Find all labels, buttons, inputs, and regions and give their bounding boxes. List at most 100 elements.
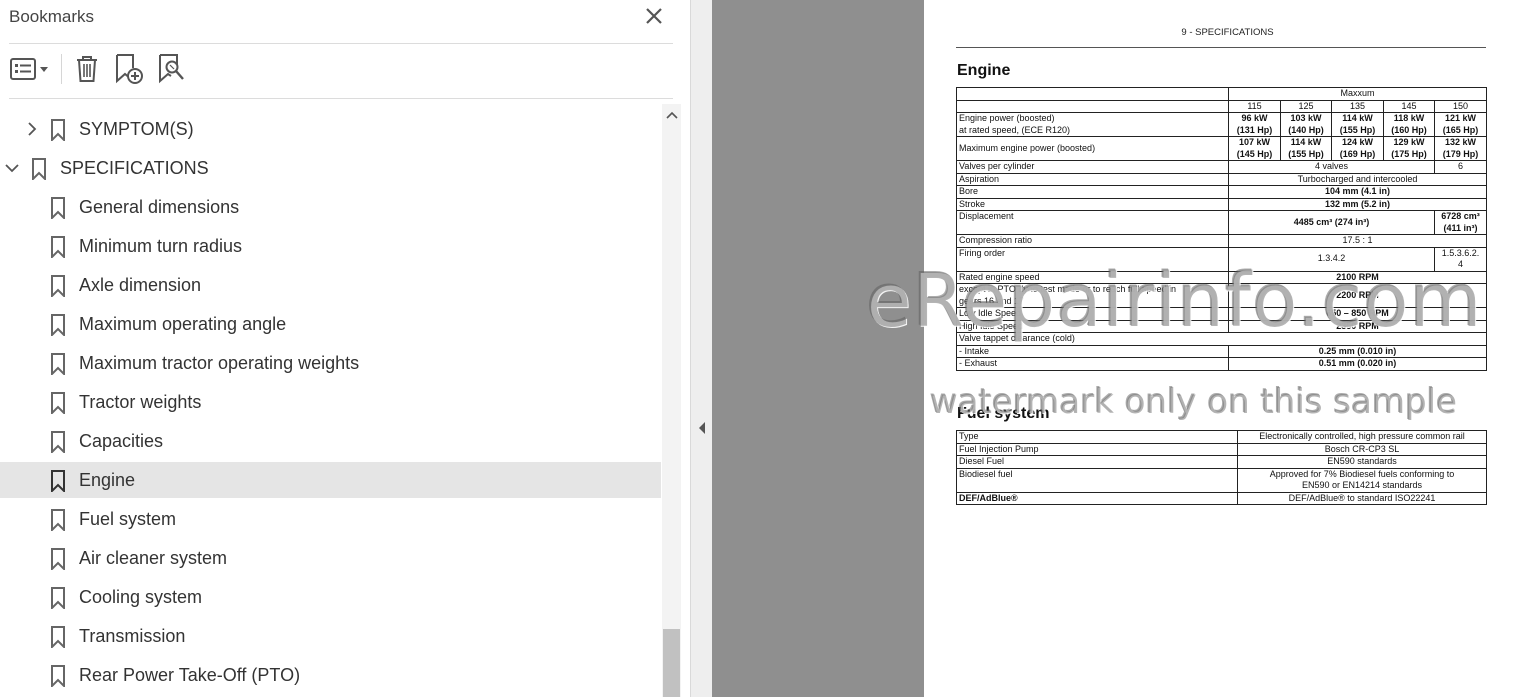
table-row: Valves per cylinder 4 valves 6 xyxy=(956,160,1488,174)
bookmark-label: Fuel system xyxy=(79,509,177,529)
kw-value: 118 kW xyxy=(1393,113,1425,124)
model-cell: 145 xyxy=(1383,99,1435,113)
bookmark-item[interactable]: Minimum turn radius xyxy=(0,228,661,264)
table-row: Firing order 1.3.4.2 1.5.3.6.2. 4 xyxy=(956,246,1488,272)
bookmark-item[interactable]: Engine xyxy=(0,462,661,498)
power-cell: 114 kW (155 Hp) xyxy=(1280,136,1332,161)
chevron-down-icon[interactable] xyxy=(4,160,20,176)
chevron-up-icon xyxy=(665,111,678,119)
bookmark-item[interactable]: General dimensions xyxy=(0,189,661,225)
bookmark-icon xyxy=(51,431,65,453)
bookmark-item[interactable]: SPECIFICATIONS xyxy=(0,150,661,186)
bookmark-item[interactable]: Fuel system xyxy=(0,501,661,537)
bookmark-item[interactable]: Capacities xyxy=(0,423,661,459)
table-row: - Intake 0.25 mm (0.010 in) xyxy=(956,344,1488,358)
fuel-spec-table: Type Electronically controlled, high pre… xyxy=(956,430,1487,505)
options-menu-button[interactable] xyxy=(8,52,52,86)
bookmark-item[interactable]: Tractor weights xyxy=(0,384,661,420)
scrollbar-thumb[interactable] xyxy=(663,629,680,697)
trash-icon xyxy=(77,56,97,82)
spec-value: Turbocharged and intercooled xyxy=(1227,172,1488,186)
bookmark-icon xyxy=(51,509,65,531)
spec-label: Bore xyxy=(956,185,1229,199)
close-panel-button[interactable] xyxy=(641,5,667,29)
hp-value: (179 Hp) xyxy=(1442,148,1479,159)
kw-value: 121 kW xyxy=(1445,113,1477,124)
hp-value: (145 Hp) xyxy=(1236,148,1273,159)
table-row: High Idle Speed 2350 RPM xyxy=(956,319,1488,333)
bookmark-item[interactable]: Transmission xyxy=(0,618,661,654)
spec-value: Bosch CR-CP3 SL xyxy=(1237,442,1487,456)
kw-value: 114 kW xyxy=(1342,113,1373,124)
table-row: except in PTO dyno test mode or to reach… xyxy=(956,283,1488,308)
bookmark-item[interactable]: Maximum operating angle xyxy=(0,306,661,342)
spec-label: Maximum engine power (boosted) xyxy=(956,136,1229,161)
spec-label: DEF/AdBlue® xyxy=(956,491,1238,505)
power-cell: 107 kW (145 Hp) xyxy=(1228,136,1281,161)
bookmark-item[interactable]: Cooling system xyxy=(0,579,661,615)
value-line: 1.5.3.6.2. xyxy=(1441,247,1480,258)
bookmark-list: SYMPTOM(S) SPECIFICATIONS General dimensio… xyxy=(0,110,661,697)
power-cell: 124 kW (169 Hp) xyxy=(1331,136,1384,161)
spec-value: 4 valves xyxy=(1228,160,1435,174)
panel-splitter[interactable] xyxy=(690,0,713,697)
spec-label: Low Idle Speed xyxy=(956,307,1229,321)
scrollbar-track[interactable] xyxy=(662,104,681,697)
kw-value: 124 kW xyxy=(1341,137,1374,148)
table-row: Compression ratio 17.5 : 1 xyxy=(956,234,1488,248)
chevron-right-icon[interactable] xyxy=(24,121,40,137)
bookmark-label: Minimum turn radius xyxy=(79,236,243,256)
power-cell: 118 kW (160 Hp) xyxy=(1383,112,1435,137)
power-cell: 114 kW (155 Hp) xyxy=(1331,112,1384,137)
value-line: 4 xyxy=(1458,259,1464,269)
add-bookmark-button[interactable] xyxy=(111,52,147,86)
list-options-icon xyxy=(10,58,48,80)
spec-value: 1.5.3.6.2. 4 xyxy=(1433,246,1488,272)
spec-label: Valve tappet clearance (cold) xyxy=(955,332,1488,346)
bookmark-label: Transmission xyxy=(79,626,186,646)
scroll-up-button[interactable] xyxy=(662,104,681,126)
table-cell xyxy=(956,87,1229,101)
bookmark-label: Engine xyxy=(79,470,136,490)
spec-value: 104 mm (4.1 in) xyxy=(1227,185,1488,199)
table-row: Aspiration Turbocharged and intercooled xyxy=(956,172,1488,186)
bookmark-icon xyxy=(51,197,65,219)
bookmark-icon xyxy=(51,392,65,414)
spec-label: Stroke xyxy=(956,197,1229,211)
document-background xyxy=(712,0,924,697)
hp-value: (165 Hp) xyxy=(1442,124,1479,135)
label-line: gears 16 and 17 xyxy=(959,295,1025,306)
find-bookmark-icon xyxy=(159,54,184,84)
bookmark-item[interactable]: Rear Power Take-Off (PTO) xyxy=(0,657,661,693)
bookmark-item[interactable]: Axle dimension xyxy=(0,267,661,303)
panel-title: Bookmarks xyxy=(9,7,95,26)
kw-value: 114 kW xyxy=(1290,137,1322,148)
engine-spec-table: Maxxum 115 125 135 145 150 Engine power … xyxy=(955,87,1488,371)
power-cell: 129 kW (175 Hp) xyxy=(1383,136,1435,161)
bookmark-icon xyxy=(51,587,65,609)
find-bookmark-button[interactable] xyxy=(155,52,189,86)
power-cell: 103 kW (140 Hp) xyxy=(1280,112,1332,137)
hp-value: (140 Hp) xyxy=(1288,124,1324,135)
bookmark-label: Capacities xyxy=(79,431,164,451)
delete-bookmark-button[interactable] xyxy=(70,52,104,86)
collapse-panel-button[interactable] xyxy=(695,418,709,438)
model-header: Maxxum xyxy=(1227,87,1488,101)
engine-section-title: Engine xyxy=(957,62,1011,79)
spec-label: Diesel Fuel xyxy=(956,455,1238,469)
bookmark-icon xyxy=(51,353,65,375)
spec-value: 2350 RPM xyxy=(1227,319,1488,333)
table-row: Displacement 4485 cm³ (274 in³) 6728 cm³… xyxy=(956,210,1488,235)
kw-value: 96 kW xyxy=(1241,113,1268,124)
bookmark-item[interactable]: Air cleaner system xyxy=(0,540,661,576)
fuel-section-title: Fuel system xyxy=(957,405,1050,422)
power-cell: 96 kW (131 Hp) xyxy=(1228,112,1281,137)
bookmark-item[interactable]: Maximum tractor operating weights xyxy=(0,345,661,381)
spec-value: 4485 cm³ (274 in³) xyxy=(1228,210,1435,235)
table-row: Biodiesel fuel Approved for 7% Biodiesel… xyxy=(956,467,1487,493)
bookmark-icon xyxy=(51,236,65,258)
spec-value: 6728 cm³ (411 in³) xyxy=(1433,210,1488,235)
spec-label: Engine power (boosted) at rated speed, (E… xyxy=(956,112,1229,137)
bookmark-item[interactable]: SYMPTOM(S) xyxy=(0,111,661,147)
spec-value: 650 – 850 RPM xyxy=(1227,307,1488,321)
